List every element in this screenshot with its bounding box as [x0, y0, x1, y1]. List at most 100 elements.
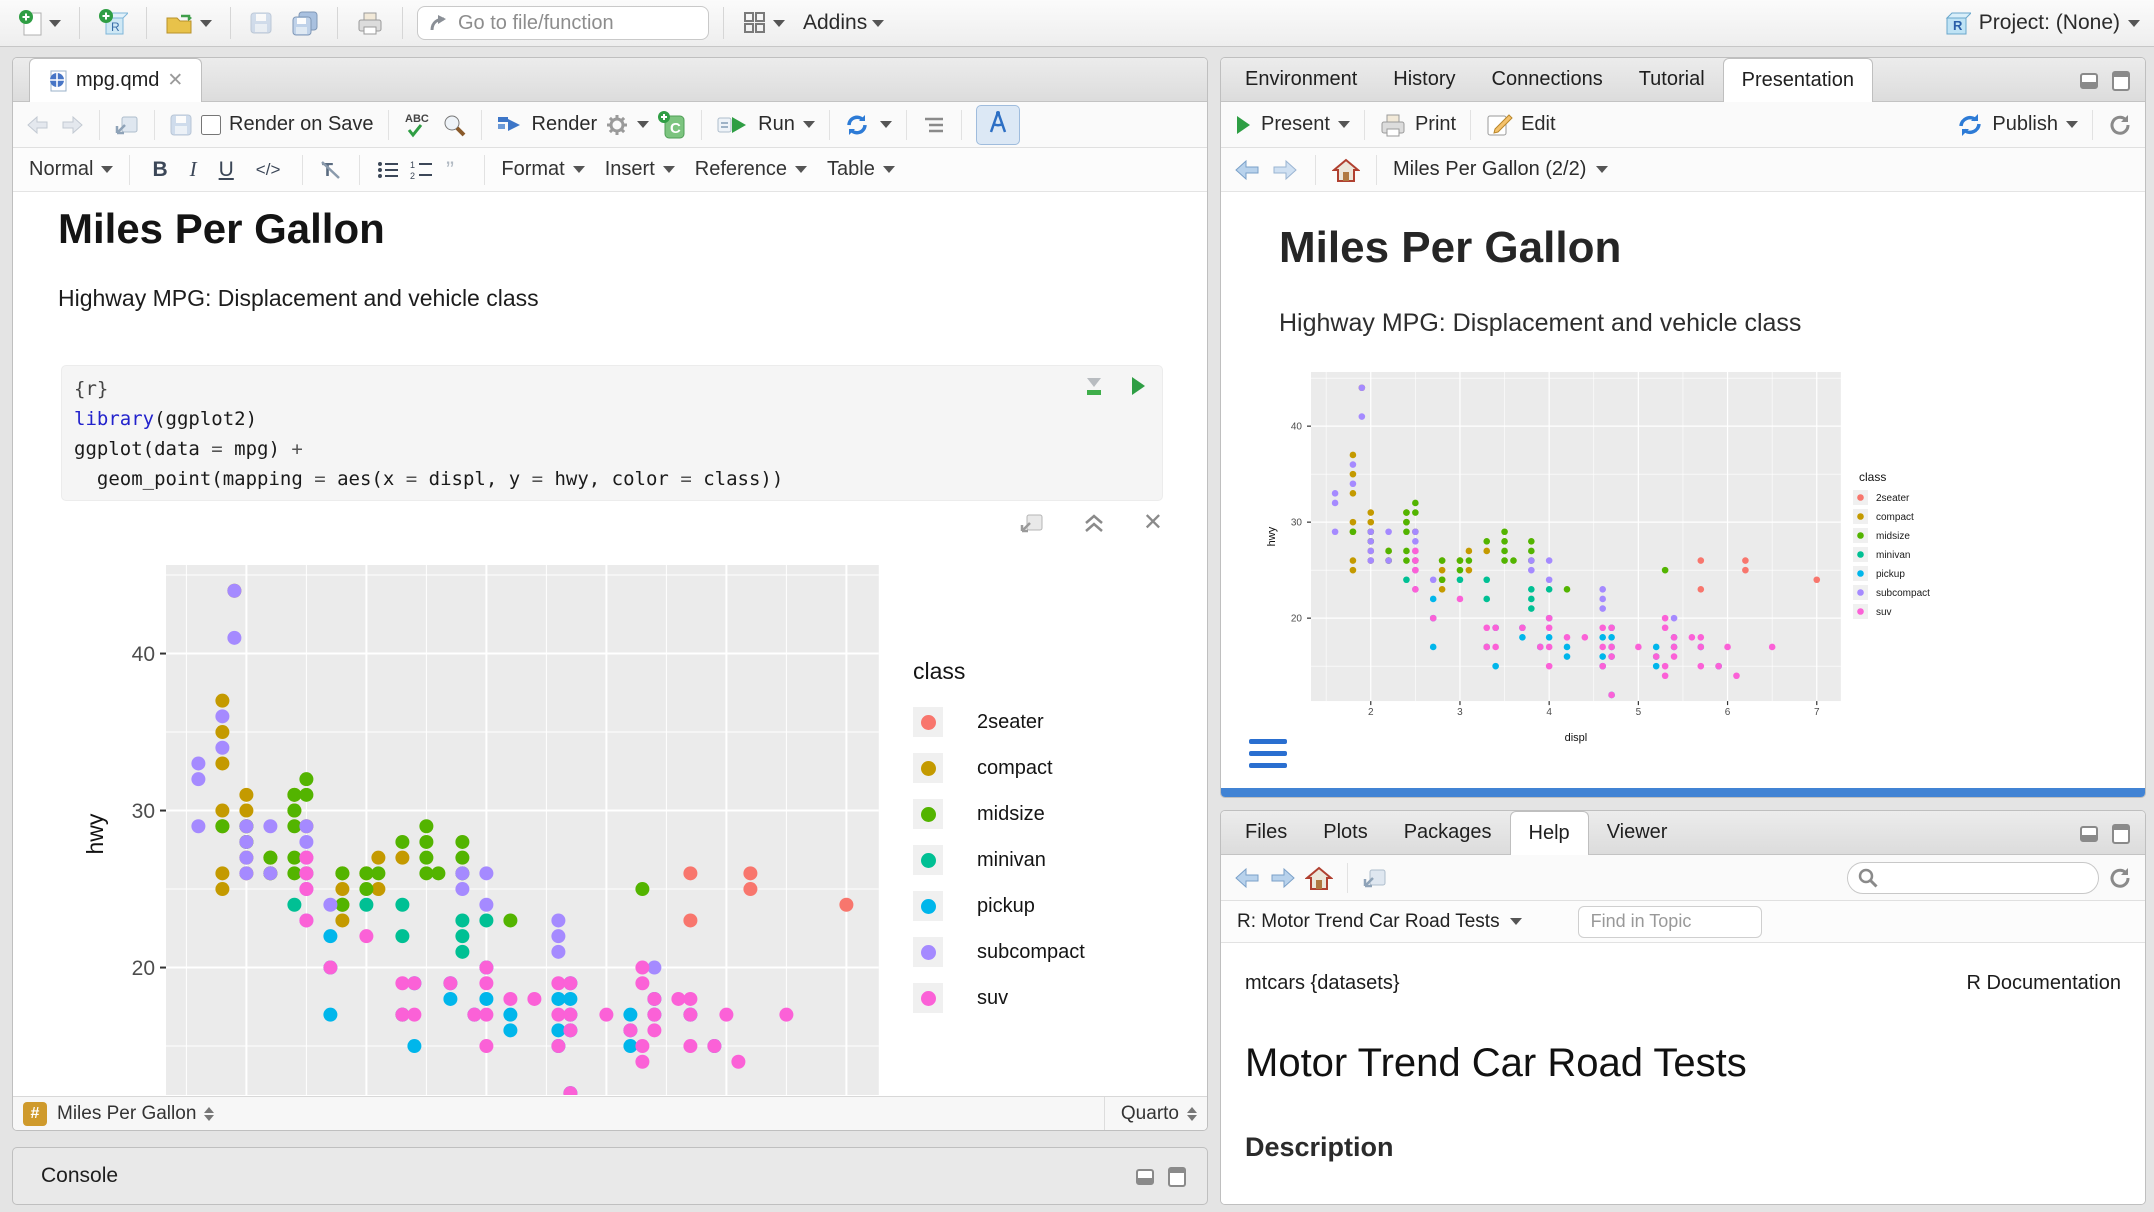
- slide-menu-icon[interactable]: [1249, 739, 1287, 768]
- home-icon[interactable]: [1305, 865, 1333, 891]
- render-button[interactable]: Render: [532, 113, 598, 136]
- new-file-button[interactable]: [14, 6, 65, 40]
- popout-icon[interactable]: [1362, 867, 1388, 889]
- visual-editor-compass-icon: [987, 110, 1009, 134]
- tab-tutorial[interactable]: Tutorial: [1621, 58, 1723, 101]
- gear-icon[interactable]: [605, 113, 629, 137]
- close-tab-icon[interactable]: ✕: [167, 69, 183, 92]
- maximize-pane-icon[interactable]: [2111, 68, 2133, 92]
- slide-selector[interactable]: Miles Per Gallon (2/2): [1393, 158, 1608, 181]
- workspace-panes-button[interactable]: [738, 7, 789, 39]
- topic-selector[interactable]: R: Motor Trend Car Road Tests: [1237, 911, 1522, 933]
- find-in-topic-input[interactable]: [1578, 906, 1762, 938]
- bold-button[interactable]: B: [146, 156, 173, 184]
- maximize-pane-icon[interactable]: [1167, 1164, 1189, 1188]
- tab-label: Viewer: [1607, 821, 1668, 844]
- edit-button[interactable]: Edit: [1521, 113, 1555, 136]
- tab-files[interactable]: Files: [1227, 811, 1305, 854]
- format-menu[interactable]: Format: [501, 158, 584, 181]
- render-on-save-checkbox[interactable]: [201, 115, 221, 135]
- maximize-pane-icon[interactable]: [2111, 821, 2133, 845]
- status-section-label[interactable]: Miles Per Gallon: [57, 1103, 196, 1125]
- render-options-caret[interactable]: [637, 121, 649, 128]
- print-button[interactable]: [352, 7, 388, 39]
- clear-format-icon[interactable]: T: [319, 159, 343, 181]
- svg-text:40: 40: [1291, 422, 1303, 433]
- rerun-caret[interactable]: [880, 121, 892, 128]
- section-selector-icon[interactable]: [204, 1107, 214, 1121]
- help-search-box[interactable]: [1847, 862, 2099, 894]
- goto-file-search[interactable]: [417, 6, 709, 40]
- back-icon[interactable]: [25, 114, 51, 136]
- underline-button[interactable]: U: [213, 156, 240, 184]
- separator: [484, 155, 485, 185]
- minimize-pane-icon[interactable]: [1135, 1164, 1159, 1188]
- rerun-icon[interactable]: [844, 112, 872, 138]
- help-search-input[interactable]: [1884, 870, 2084, 885]
- editor-mode-selector[interactable]: Quarto: [1104, 1097, 1197, 1130]
- present-caret[interactable]: [1338, 121, 1350, 128]
- save-button[interactable]: [245, 8, 277, 38]
- run-chunk-icon[interactable]: [1128, 374, 1148, 398]
- visual-mode-toggle[interactable]: [976, 105, 1020, 145]
- paragraph-style-dropdown[interactable]: Normal: [29, 158, 113, 181]
- code-button[interactable]: </>: [250, 158, 287, 182]
- insert-menu[interactable]: Insert: [605, 158, 675, 181]
- run-caret[interactable]: [803, 121, 815, 128]
- code-chunk[interactable]: {r} library(ggplot2)ggplot(data = mpg) +…: [61, 365, 1163, 501]
- open-file-button[interactable]: [161, 7, 216, 39]
- spellcheck-icon[interactable]: ABC: [403, 110, 433, 140]
- editor-toolbar: Render on Save ABC Render C Run: [13, 102, 1207, 148]
- back-icon[interactable]: [1233, 866, 1261, 890]
- popout-icon[interactable]: [114, 114, 140, 136]
- tab-connections[interactable]: Connections: [1474, 58, 1621, 101]
- reference-menu[interactable]: Reference: [695, 158, 807, 181]
- refresh-icon[interactable]: [2107, 112, 2133, 138]
- bullet-list-icon[interactable]: [376, 159, 400, 181]
- home-icon[interactable]: [1332, 157, 1360, 183]
- minimize-pane-icon[interactable]: [2079, 821, 2103, 845]
- refresh-icon[interactable]: [2107, 865, 2133, 891]
- goto-file-input[interactable]: [458, 12, 688, 35]
- save-icon[interactable]: [169, 113, 193, 137]
- addins-menu[interactable]: Addins: [799, 8, 888, 38]
- tab-environment[interactable]: Environment: [1227, 58, 1375, 101]
- table-menu[interactable]: Table: [827, 158, 895, 181]
- tab-packages[interactable]: Packages: [1386, 811, 1510, 854]
- back-icon[interactable]: [1233, 158, 1261, 182]
- blockquote-icon[interactable]: ”: [444, 159, 468, 181]
- project-menu[interactable]: R Project: (None): [1943, 9, 2140, 37]
- save-all-button[interactable]: [287, 7, 323, 39]
- tab-history[interactable]: History: [1375, 58, 1473, 101]
- outline-icon[interactable]: [921, 114, 947, 136]
- popout-output-icon[interactable]: [1019, 511, 1045, 535]
- insert-chunk-icon[interactable]: C: [657, 110, 687, 140]
- publish-button[interactable]: Publish: [1992, 113, 2058, 136]
- forward-icon[interactable]: [1269, 866, 1297, 890]
- tab-mpg-qmd[interactable]: mpg.qmd ✕: [29, 58, 202, 102]
- console-pane[interactable]: Console: [12, 1147, 1208, 1205]
- print-button[interactable]: Print: [1415, 113, 1456, 136]
- find-replace-icon[interactable]: [441, 112, 467, 138]
- render-on-save-label: Render on Save: [229, 113, 374, 136]
- numbered-list-icon[interactable]: 12: [410, 159, 434, 181]
- forward-icon[interactable]: [59, 114, 85, 136]
- forward-icon[interactable]: [1271, 158, 1299, 182]
- document-paragraph: Highway MPG: Displacement and vehicle cl…: [58, 285, 539, 312]
- new-project-button[interactable]: R: [94, 5, 132, 41]
- table-caret: [883, 166, 895, 173]
- style-label: Normal: [29, 158, 93, 181]
- legend-item: compact: [913, 745, 1085, 791]
- tab-plots[interactable]: Plots: [1305, 811, 1385, 854]
- minimize-pane-icon[interactable]: [2079, 68, 2103, 92]
- publish-caret[interactable]: [2066, 121, 2078, 128]
- collapse-output-icon[interactable]: [1081, 511, 1107, 535]
- present-button[interactable]: Present: [1261, 113, 1330, 136]
- run-chunks-above-icon[interactable]: [1082, 374, 1106, 398]
- tab-viewer[interactable]: Viewer: [1589, 811, 1686, 854]
- run-button[interactable]: Run: [758, 113, 795, 136]
- tab-help[interactable]: Help: [1510, 811, 1589, 855]
- italic-button[interactable]: I: [184, 155, 203, 184]
- clear-output-icon[interactable]: ✕: [1143, 511, 1163, 535]
- tab-presentation[interactable]: Presentation: [1723, 58, 1873, 102]
